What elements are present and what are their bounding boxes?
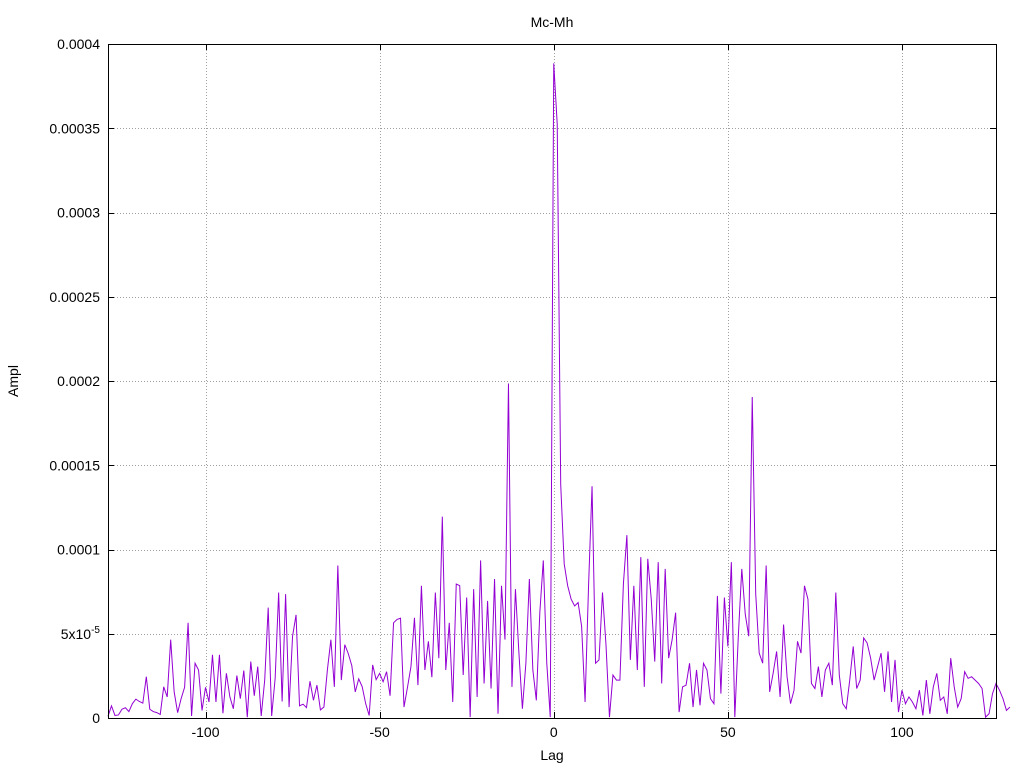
y-tick-label-exponent: -5 — [91, 625, 100, 636]
y-axis-label: Ampl — [5, 365, 21, 397]
y-tick-label-text: 0.0003 — [57, 205, 100, 221]
y-tick-label: 0.0002 — [57, 373, 100, 389]
y-tick-label-text: 0.0002 — [57, 373, 100, 389]
chart-title: Mc-Mh — [531, 14, 574, 30]
y-tick-label: 0.00035 — [49, 120, 100, 136]
y-tick-label: 0.0004 — [57, 36, 100, 52]
y-tick-label: 0.0001 — [57, 542, 100, 558]
y-tick-label-text: 0 — [92, 710, 100, 726]
y-tick-label: 0.00015 — [49, 457, 100, 473]
y-tick-label: 0 — [92, 710, 100, 726]
x-tick-label: -100 — [191, 724, 219, 740]
y-tick-label-text: 5x10 — [61, 626, 92, 642]
line-chart: -100 -50 0 50 100 0 5x10-5 0.0001 0.00015 0.0002… — [0, 0, 1024, 768]
x-tick-label: 0 — [550, 724, 558, 740]
y-tick-label-text: 0.0001 — [57, 542, 100, 558]
x-tick-label: 50 — [720, 724, 736, 740]
y-tick-label-text: 0.00025 — [49, 289, 100, 305]
y-tick-label-text: 0.00015 — [49, 457, 100, 473]
y-tick-label-text: 0.0004 — [57, 36, 100, 52]
x-axis-label: Lag — [540, 747, 563, 763]
y-tick-label-text: 0.00035 — [49, 120, 100, 136]
x-tick-label: -50 — [370, 724, 390, 740]
y-tick-label: 0.0003 — [57, 205, 100, 221]
y-tick-label: 0.00025 — [49, 289, 100, 305]
x-tick-label: 100 — [890, 724, 914, 740]
